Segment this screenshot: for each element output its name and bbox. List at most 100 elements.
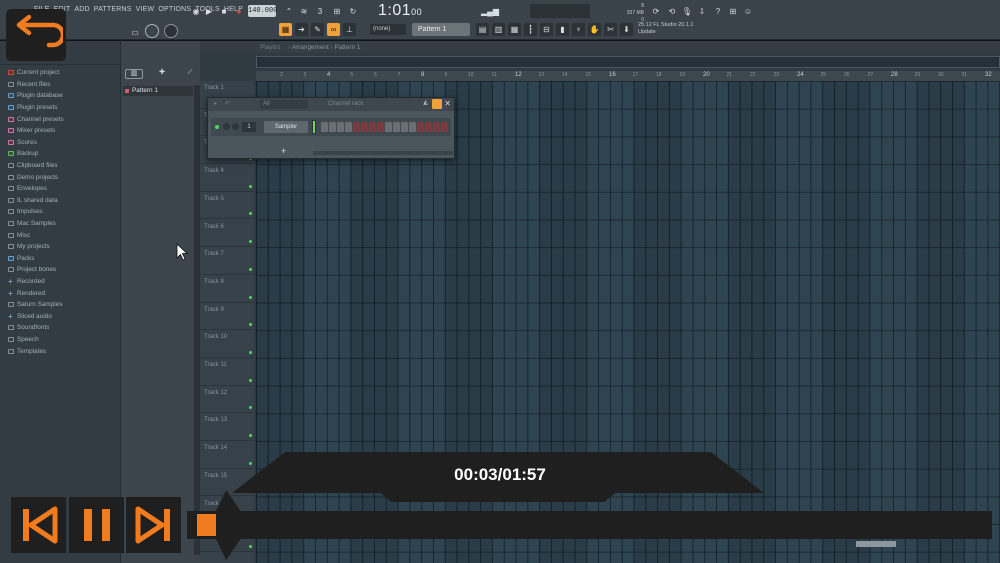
menu-item-options[interactable]: OPTIONS bbox=[158, 6, 191, 13]
download-manager-icon[interactable]: ⬇ bbox=[620, 23, 633, 36]
channel-filter[interactable]: All bbox=[260, 100, 308, 109]
plugin-icon[interactable]: ♆ bbox=[572, 23, 585, 36]
browser-item[interactable]: + Recorded bbox=[8, 276, 64, 288]
previous-button[interactable] bbox=[11, 497, 66, 553]
browser-item[interactable]: Mixer presets bbox=[8, 125, 64, 137]
rack-menu-icon[interactable]: ▸ bbox=[214, 100, 217, 107]
piano-roll-view-icon[interactable]: ➔ bbox=[295, 23, 308, 36]
add-channel-button[interactable]: + bbox=[281, 146, 286, 156]
step-button[interactable] bbox=[321, 122, 328, 132]
channel-mute-led[interactable] bbox=[215, 125, 219, 129]
automation-tab-icon[interactable]: ⟋ bbox=[181, 69, 199, 79]
browser-item[interactable]: Clipboard files bbox=[8, 160, 64, 172]
channel-rack-window-icon[interactable]: ▦ bbox=[508, 23, 521, 36]
wait-icon[interactable]: ≋ bbox=[297, 4, 311, 18]
blend-icon[interactable]: ⊞ bbox=[330, 4, 344, 18]
step-button[interactable] bbox=[329, 122, 336, 132]
step-button[interactable] bbox=[433, 122, 440, 132]
browser-item[interactable]: Plugin presets bbox=[8, 102, 64, 114]
playlist-view-icon[interactable]: ▦ bbox=[279, 23, 292, 36]
help-icon[interactable]: ? bbox=[712, 4, 724, 18]
seek-bar[interactable] bbox=[187, 511, 992, 539]
timeline-ruler[interactable]: 2 3 4 5 6 7 8 9 10 11 12 13 14 15 16 17 18 19 20 21 22 23 24 25… bbox=[256, 71, 1000, 81]
channel-select-meter[interactable] bbox=[312, 120, 316, 134]
channel-pan-knob[interactable] bbox=[223, 123, 230, 130]
microphone-icon[interactable]: 🎙 bbox=[681, 4, 693, 18]
rack-scrollbar[interactable] bbox=[313, 151, 453, 155]
menu-item-add[interactable]: ADD bbox=[74, 6, 89, 13]
playlist-window-icon[interactable]: ▤ bbox=[476, 23, 489, 36]
browser-item[interactable]: IL shared data bbox=[8, 195, 64, 207]
track-header[interactable]: Track 5 bbox=[200, 192, 254, 220]
browser-item[interactable]: Project bones bbox=[8, 264, 64, 276]
menu-item-view[interactable]: VIEW bbox=[136, 6, 155, 13]
record-mode-icon[interactable]: ◉ bbox=[190, 4, 202, 18]
track-header[interactable]: Track 9 bbox=[200, 303, 254, 331]
pattern-selector[interactable]: Pattern 1 bbox=[412, 23, 470, 36]
track-header[interactable]: Track 12 bbox=[200, 386, 254, 414]
track-header[interactable]: Track 14 bbox=[200, 441, 254, 469]
channel-row[interactable]: 1 Sampler bbox=[211, 118, 451, 136]
download-icon[interactable]: ⇩ bbox=[696, 4, 708, 18]
step-button[interactable] bbox=[393, 122, 400, 132]
step-seq-icon[interactable] bbox=[432, 99, 442, 109]
browser-item[interactable]: Misc bbox=[8, 229, 64, 241]
stamp-icon[interactable]: ⊥ bbox=[343, 23, 356, 36]
channel-mixer-track[interactable]: 1 bbox=[242, 122, 256, 132]
back-button[interactable] bbox=[6, 9, 66, 61]
browser-item[interactable]: Impulses bbox=[8, 206, 64, 218]
browser-item[interactable]: Backup bbox=[8, 148, 64, 160]
channel-name-button[interactable]: Sampler bbox=[264, 121, 308, 133]
step-button[interactable] bbox=[385, 122, 392, 132]
cart-icon[interactable]: ⊞ bbox=[727, 4, 739, 18]
tempo-tapper-icon[interactable]: ✄ bbox=[604, 23, 617, 36]
mixer-window-icon[interactable]: ┇ bbox=[524, 23, 537, 36]
browser-item[interactable]: Recent files bbox=[8, 79, 64, 91]
browser-item[interactable]: Templates bbox=[8, 345, 64, 357]
track-header[interactable]: Track 10 bbox=[200, 330, 254, 358]
master-pitch-knob[interactable] bbox=[164, 24, 178, 38]
rack-undo-icon[interactable]: ↶ bbox=[225, 100, 230, 107]
step-button[interactable] bbox=[377, 122, 384, 132]
browser-item[interactable]: Speech bbox=[8, 334, 64, 346]
browser-item[interactable]: Mac Samples bbox=[8, 218, 64, 230]
next-button[interactable] bbox=[126, 497, 181, 553]
audio-tab-icon[interactable]: ✚ bbox=[153, 69, 171, 79]
step-button[interactable] bbox=[361, 122, 368, 132]
tempo-display[interactable]: 140.000 bbox=[248, 5, 277, 17]
link-icon[interactable]: ∞ bbox=[327, 23, 340, 36]
piano-roll-window-icon[interactable]: ▥ bbox=[492, 23, 505, 36]
snap-icon[interactable]: ▭ bbox=[130, 25, 140, 39]
browser-item[interactable]: Channel presets bbox=[8, 113, 64, 125]
track-header[interactable]: Track 4 bbox=[200, 164, 254, 192]
loop-record-icon[interactable]: ↻ bbox=[346, 4, 360, 18]
step-button[interactable] bbox=[417, 122, 424, 132]
playlist-horizontal-scrollbar[interactable] bbox=[256, 56, 1000, 68]
track-header[interactable]: Track 13 bbox=[200, 413, 254, 442]
channel-rack-title-bar[interactable]: ▸ ↶ All Channel rack ◭ ✕ bbox=[208, 98, 454, 111]
pattern-list-item[interactable]: Pattern 1 bbox=[123, 86, 193, 96]
step-button[interactable] bbox=[337, 122, 344, 132]
channel-volume-knob[interactable] bbox=[232, 123, 239, 130]
graph-icon[interactable]: ◭ bbox=[423, 99, 428, 106]
browser-item[interactable]: Packs bbox=[8, 253, 64, 265]
step-button[interactable] bbox=[345, 122, 352, 132]
browser-item[interactable]: My projects bbox=[8, 241, 64, 253]
plugin-picker-icon[interactable]: ⊟ bbox=[540, 23, 553, 36]
close-icon[interactable]: ✕ bbox=[444, 99, 451, 108]
record-button[interactable]: ● bbox=[233, 4, 245, 18]
step-button[interactable] bbox=[441, 122, 448, 132]
pencil-icon[interactable]: ✎ bbox=[311, 23, 324, 36]
menu-item-patterns[interactable]: PATTERNS bbox=[94, 6, 132, 13]
pause-button[interactable] bbox=[69, 497, 124, 553]
browser-item[interactable]: + Rendered bbox=[8, 287, 64, 299]
track-header[interactable]: Track 11 bbox=[200, 358, 254, 386]
stop-button[interactable]: ■ bbox=[218, 4, 230, 18]
step-button[interactable] bbox=[409, 122, 416, 132]
track-header[interactable]: Track 6 bbox=[200, 220, 254, 248]
metronome-icon[interactable]: ⌃ bbox=[283, 4, 295, 18]
browser-item[interactable]: Current project bbox=[8, 67, 64, 79]
browser-item[interactable]: Saturn Samples bbox=[8, 299, 64, 311]
track-header[interactable]: Track 8 bbox=[200, 275, 254, 303]
step-button[interactable] bbox=[369, 122, 376, 132]
